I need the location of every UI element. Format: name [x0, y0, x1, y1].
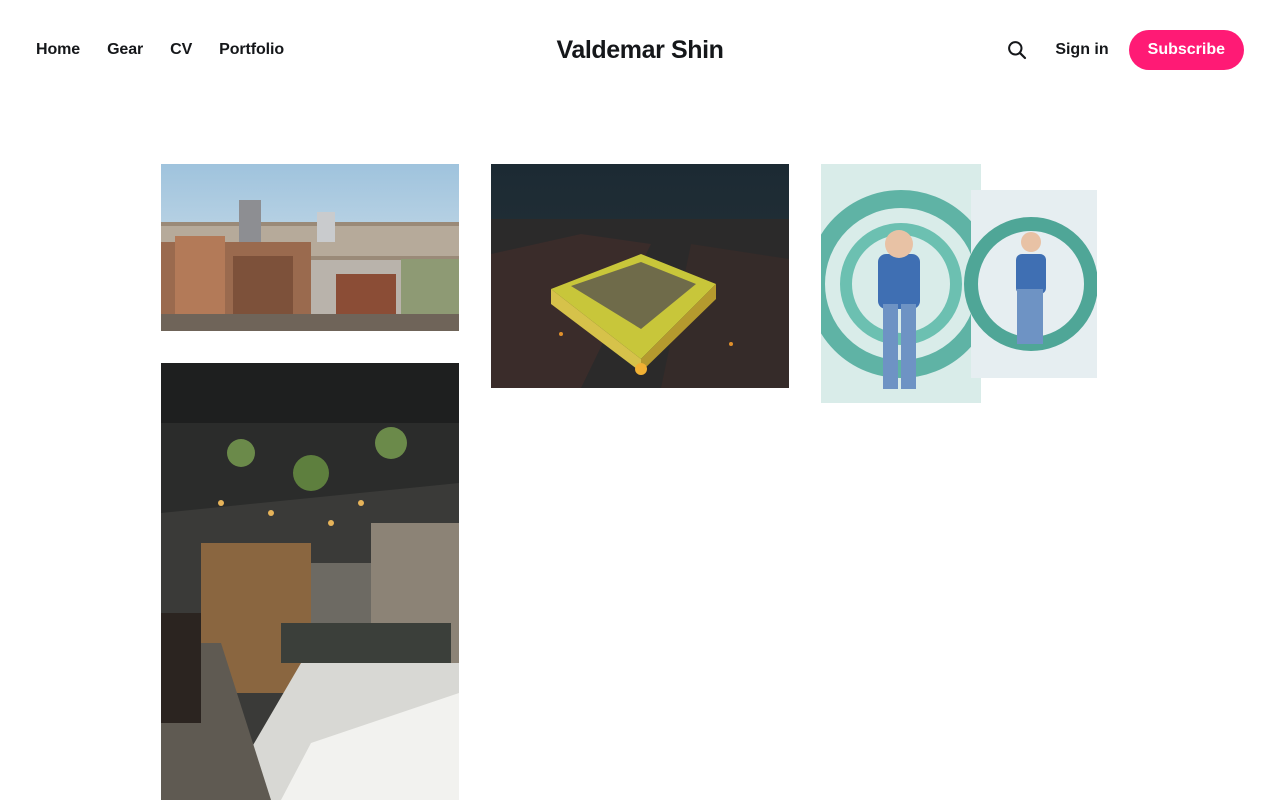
city-aerial-photo[interactable]: [161, 164, 459, 331]
search-button[interactable]: [1005, 38, 1029, 62]
nav-gear[interactable]: Gear: [107, 38, 143, 62]
header-actions: Sign in Subscribe: [1005, 30, 1244, 70]
night-building-photo[interactable]: [491, 164, 789, 388]
nav-cv[interactable]: CV: [170, 38, 192, 62]
child-sculpture-photo[interactable]: [821, 164, 1097, 403]
child-sculpture-image: [821, 164, 1097, 403]
nav-home[interactable]: Home: [36, 38, 80, 62]
site-header: Home Gear CV Portfolio Valdemar Shin Sig…: [0, 0, 1280, 100]
nav-portfolio[interactable]: Portfolio: [219, 38, 284, 62]
main-nav: Home Gear CV Portfolio: [36, 38, 311, 62]
site-title[interactable]: Valdemar Shin: [556, 36, 723, 64]
restaurant-interior-photo[interactable]: [161, 363, 459, 800]
restaurant-interior-image: [161, 363, 459, 800]
signin-link[interactable]: Sign in: [1055, 41, 1108, 59]
search-icon: [1008, 41, 1027, 60]
subscribe-button[interactable]: Subscribe: [1128, 30, 1244, 70]
night-building-image: [491, 164, 789, 388]
city-aerial-image: [161, 164, 459, 331]
